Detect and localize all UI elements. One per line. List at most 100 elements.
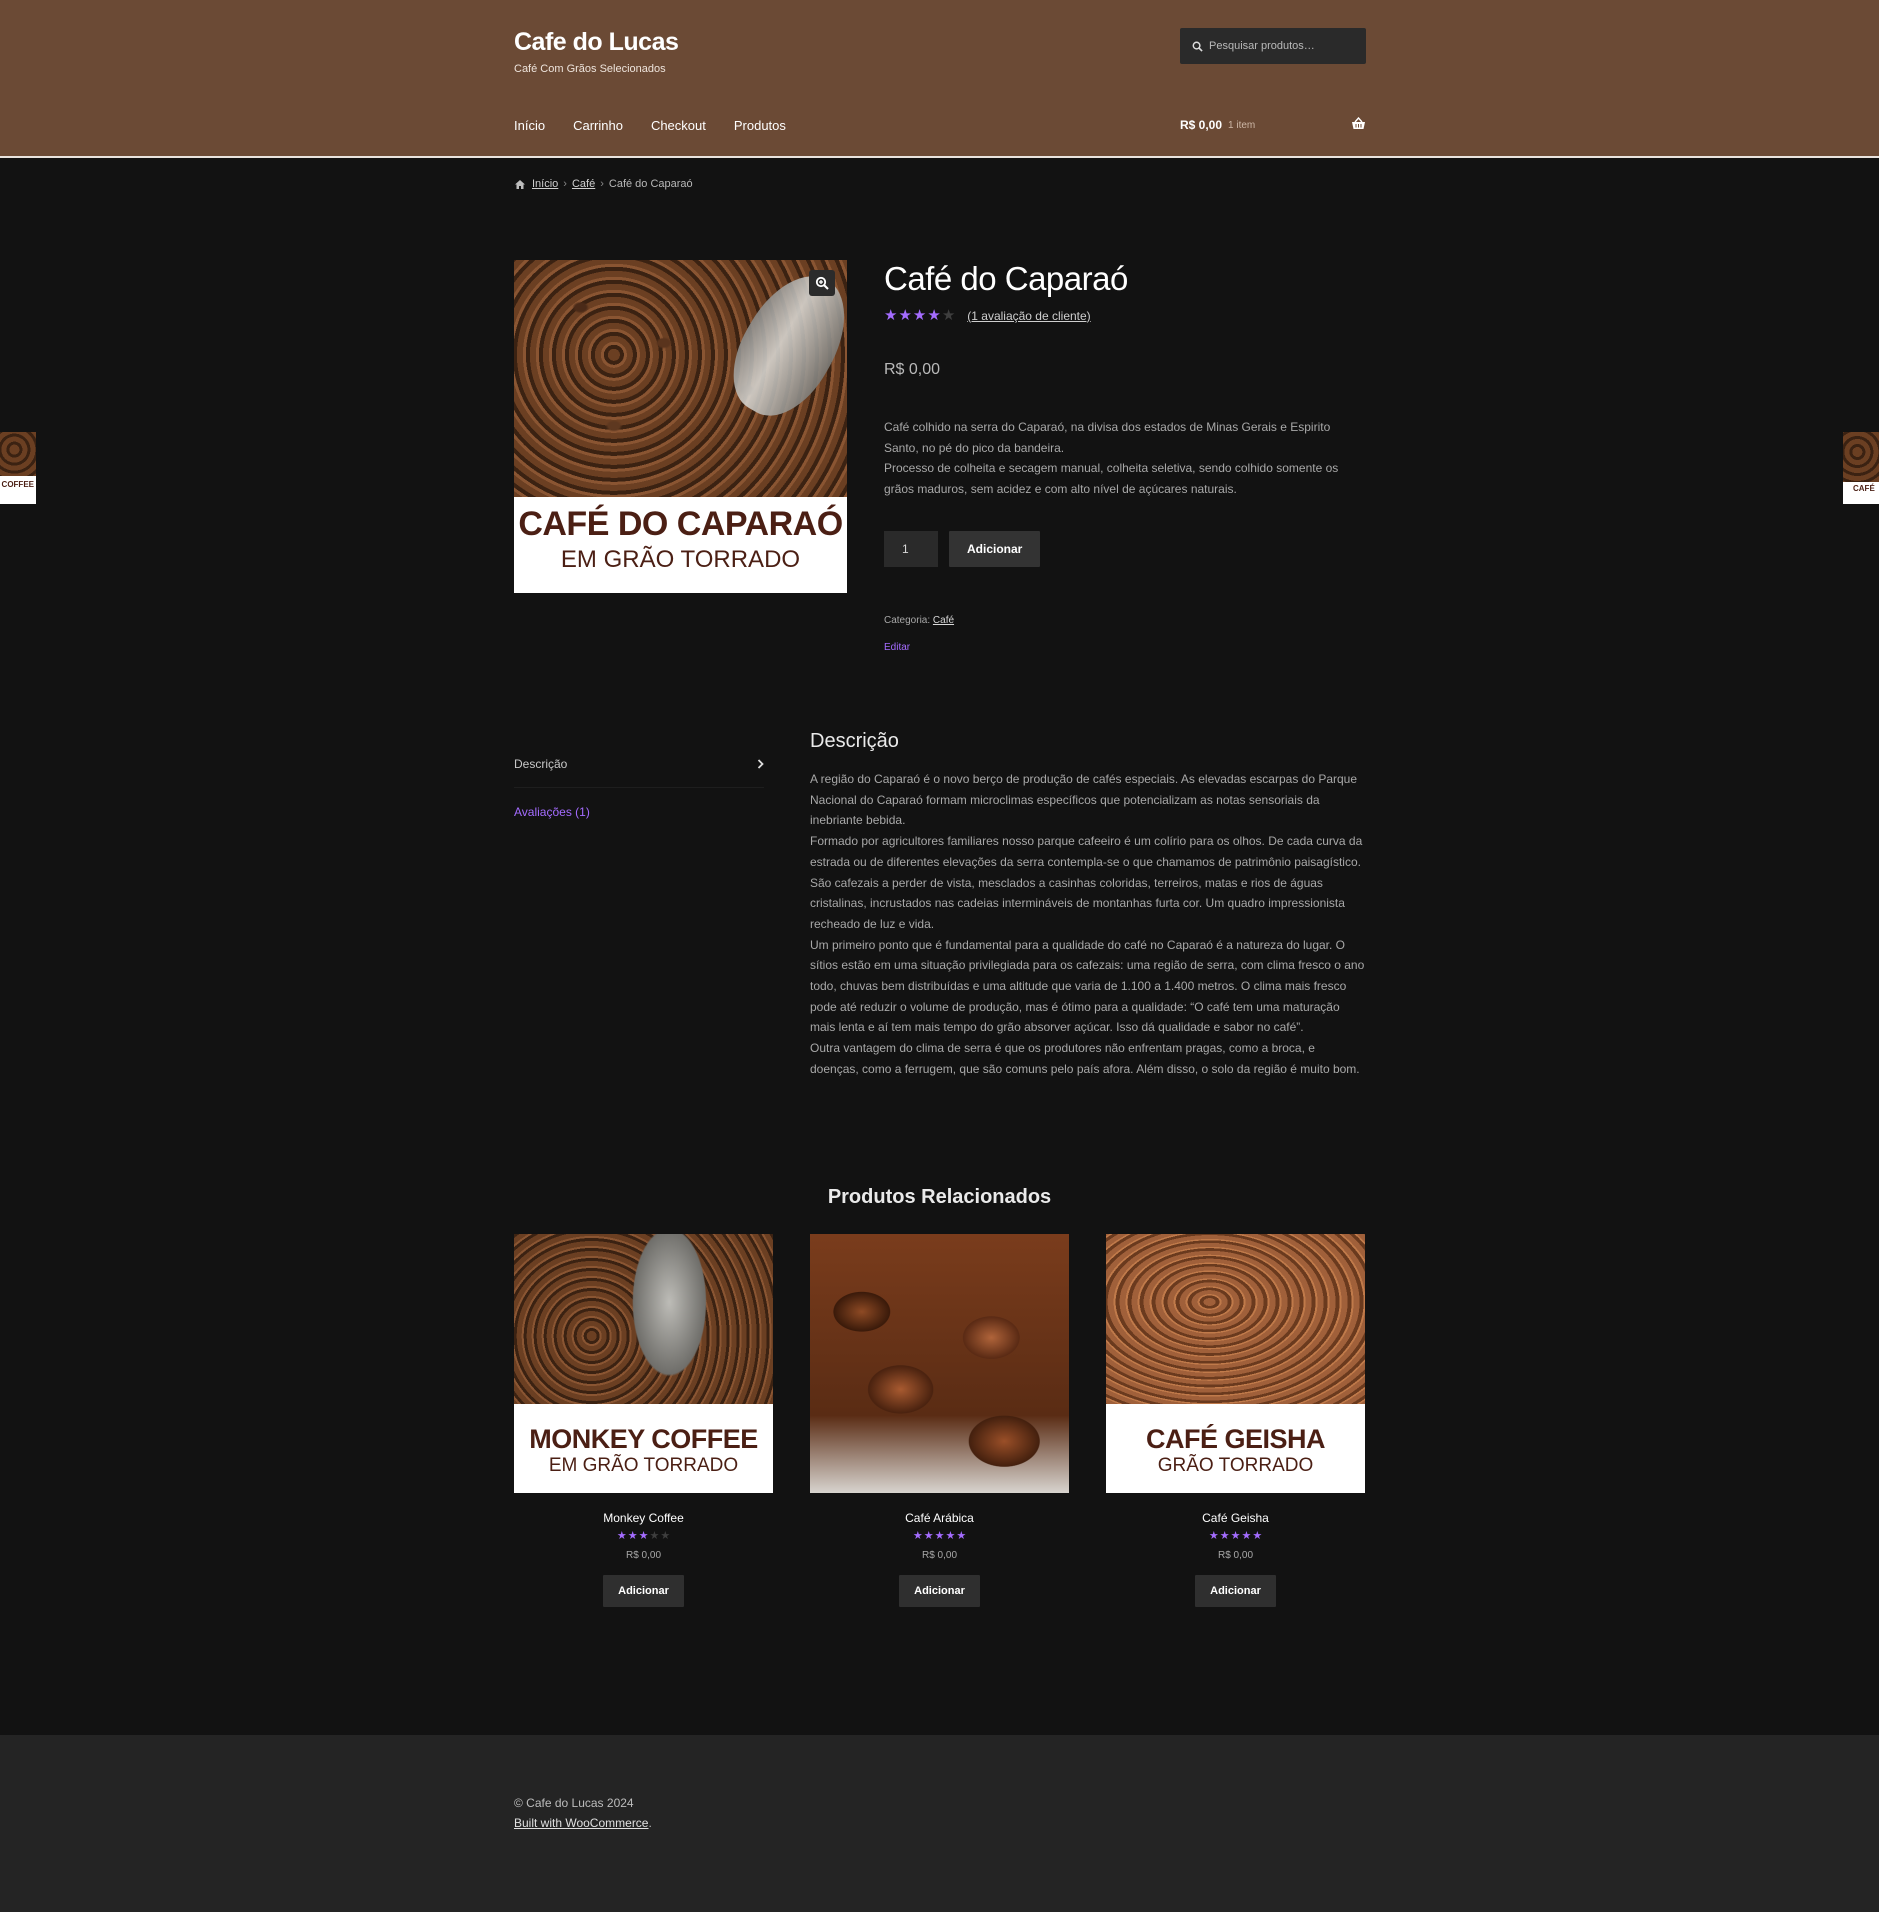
related-product-image[interactable]: CAFÉ GEISHA GRÃO TORRADO	[1106, 1234, 1365, 1493]
breadcrumb: Início › Café › Café do Caparaó	[514, 178, 693, 190]
cart-total: R$ 0,00	[1180, 118, 1223, 132]
related-product-card: MONKEY COFFEE EM GRÃO TORRADO Monkey Cof…	[514, 1234, 773, 1607]
related-product-label-title: CAFÉ GEISHA	[1145, 1424, 1326, 1454]
description-paragraph: A região do Caparaó é o novo berço de pr…	[810, 772, 1358, 828]
star-icon: ★	[912, 307, 927, 324]
related-add-to-cart-button[interactable]: Adicionar	[603, 1575, 684, 1607]
quantity-input[interactable]: 1	[884, 531, 938, 567]
site-tagline: Café Com Grãos Selecionados	[514, 63, 666, 75]
category-link[interactable]: Café	[933, 615, 954, 626]
description-panel-body: A região do Caparaó é o novo berço de pr…	[810, 769, 1366, 1080]
product-image-label-sub: EM GRÃO TORRADO	[560, 546, 801, 573]
header-cart[interactable]: R$ 0,00 1 item	[1180, 117, 1366, 132]
related-product-name[interactable]: Café Arábica	[810, 1511, 1069, 1525]
product-tabs: Descrição Avaliações (1)	[514, 740, 764, 836]
edit-product-link[interactable]: Editar	[884, 642, 1366, 653]
next-product-preview[interactable]: CAFÉ	[1843, 432, 1879, 504]
related-product-photo	[810, 1234, 1069, 1493]
related-product-image[interactable]: MONKEY COFFEE EM GRÃO TORRADO	[514, 1234, 773, 1493]
star-icon: ★	[923, 1530, 934, 1542]
footer-credit: Built with WooCommerce.	[514, 1813, 652, 1833]
site-header: Cafe do Lucas Café Com Grãos Selecionado…	[0, 0, 1879, 158]
tab-description-label: Descrição	[514, 756, 568, 771]
breadcrumb-current: Café do Caparaó	[608, 178, 693, 190]
related-product-price: R$ 0,00	[921, 1550, 958, 1561]
next-product-label: CAFÉ	[1853, 484, 1875, 493]
description-paragraph: Formado por agricultores familiares noss…	[810, 834, 1363, 931]
product-rating: ★ ★ ★ ★ ★ (1 avaliação de cliente)	[884, 308, 1366, 323]
star-icon: ★	[956, 1530, 967, 1542]
product-title: Café do Caparaó	[884, 260, 1128, 297]
footer-info: © Cafe do Lucas 2024 Built with WooComme…	[514, 1793, 652, 1833]
short-description-line: Café colhido na serra do Caparaó, na div…	[884, 420, 1331, 455]
site-branding: Cafe do Lucas Café Com Grãos Selecionado…	[514, 28, 679, 75]
description-paragraph: Um primeiro ponto que é fundamental para…	[810, 937, 1365, 1035]
footer-period: .	[648, 1816, 652, 1830]
related-product-label: MONKEY COFFEE EM GRÃO TORRADO	[514, 1404, 773, 1493]
related-product-rating: ★ ★ ★ ★ ★	[514, 1531, 773, 1542]
breadcrumb-separator: ›	[600, 178, 604, 190]
tab-reviews[interactable]: Avaliações (1)	[514, 788, 764, 836]
primary-nav: Início Carrinho Checkout Produtos	[514, 118, 786, 133]
product-price: R$ 0,00	[884, 361, 941, 378]
star-icon: ★	[934, 1530, 945, 1542]
next-product-image	[1843, 432, 1879, 482]
breadcrumb-home[interactable]: Início	[532, 178, 558, 190]
related-product-name[interactable]: Monkey Coffee	[514, 1511, 773, 1525]
product-image-label-title: CAFÉ DO CAPARAÓ	[518, 505, 843, 543]
review-count-link[interactable]: (1 avaliação de cliente)	[967, 309, 1090, 323]
zoom-icon	[815, 276, 829, 290]
star-icon: ★	[927, 307, 941, 324]
footer-copyright: © Cafe do Lucas 2024	[514, 1796, 634, 1810]
site-title[interactable]: Cafe do Lucas	[514, 28, 679, 57]
tab-description[interactable]: Descrição	[514, 740, 764, 788]
product-meta: Categoria: Café	[884, 615, 1366, 626]
star-icon: ★	[1230, 1530, 1241, 1542]
description-panel: Descrição A região do Caparaó é o novo b…	[810, 730, 1366, 1080]
search-icon	[1192, 41, 1203, 52]
nav-item-inicio[interactable]: Início	[514, 118, 545, 133]
woocommerce-link[interactable]: Built with WooCommerce	[514, 1816, 648, 1830]
related-product-card: Café Arábica ★ ★ ★ ★ ★ R$ 0,00 Adicionar	[810, 1234, 1069, 1607]
previous-product-label: COFFEE	[1, 480, 34, 489]
nav-item-carrinho[interactable]: Carrinho	[573, 118, 623, 133]
related-product-label: CAFÉ GEISHA GRÃO TORRADO	[1106, 1404, 1365, 1493]
related-product-photo	[514, 1234, 773, 1404]
basket-icon[interactable]	[1351, 117, 1366, 130]
related-product-card: CAFÉ GEISHA GRÃO TORRADO Café Geisha ★ ★ ★…	[1106, 1234, 1365, 1607]
search-placeholder: Pesquisar produtos…	[1209, 40, 1315, 52]
nav-item-produtos[interactable]: Produtos	[734, 118, 786, 133]
related-product-label-title: MONKEY COFFEE	[529, 1424, 758, 1454]
related-product-image[interactable]	[810, 1234, 1069, 1493]
related-product-rating: ★ ★ ★ ★ ★	[810, 1531, 1069, 1542]
related-add-to-cart-button[interactable]: Adicionar	[899, 1575, 980, 1607]
previous-product-image	[0, 432, 36, 476]
home-icon[interactable]	[514, 179, 526, 190]
star-icon: ★	[638, 1530, 649, 1542]
product-image-label: CAFÉ DO CAPARAÓ EM GRÃO TORRADO	[514, 497, 847, 593]
category-label: Categoria:	[884, 615, 931, 626]
tab-reviews-label: Avaliações (1)	[514, 805, 590, 819]
star-icon: ★	[616, 1530, 627, 1542]
related-product-label-sub: EM GRÃO TORRADO	[548, 1455, 739, 1476]
star-icon: ★	[898, 307, 912, 324]
star-icon: ★	[1252, 1530, 1263, 1542]
product-summary: Café do Caparaó ★ ★ ★ ★ ★ (1 avaliação de cl…	[884, 260, 1366, 653]
related-product-rating: ★ ★ ★ ★ ★	[1106, 1531, 1365, 1542]
related-add-to-cart-button[interactable]: Adicionar	[1195, 1575, 1276, 1607]
product-gallery-image[interactable]: CAFÉ DO CAPARAÓ EM GRÃO TORRADO	[514, 260, 847, 593]
nav-item-checkout[interactable]: Checkout	[651, 118, 706, 133]
search-input[interactable]: Pesquisar produtos…	[1180, 28, 1366, 64]
breadcrumb-category[interactable]: Café	[572, 178, 595, 190]
short-description-line: Processo de colheita e secagem manual, c…	[884, 461, 1339, 496]
related-product-price: R$ 0,00	[1217, 1550, 1254, 1561]
star-icon: ★	[912, 1530, 923, 1542]
star-icon: ★	[941, 307, 956, 324]
star-icon: ★	[1219, 1530, 1230, 1542]
related-product-name[interactable]: Café Geisha	[1106, 1511, 1365, 1525]
star-icon: ★	[1208, 1530, 1219, 1542]
zoom-button[interactable]	[809, 270, 835, 296]
previous-product-preview[interactable]: COFFEE	[0, 432, 36, 504]
add-to-cart-button[interactable]: Adicionar	[949, 531, 1041, 567]
star-icon: ★	[627, 1530, 638, 1542]
